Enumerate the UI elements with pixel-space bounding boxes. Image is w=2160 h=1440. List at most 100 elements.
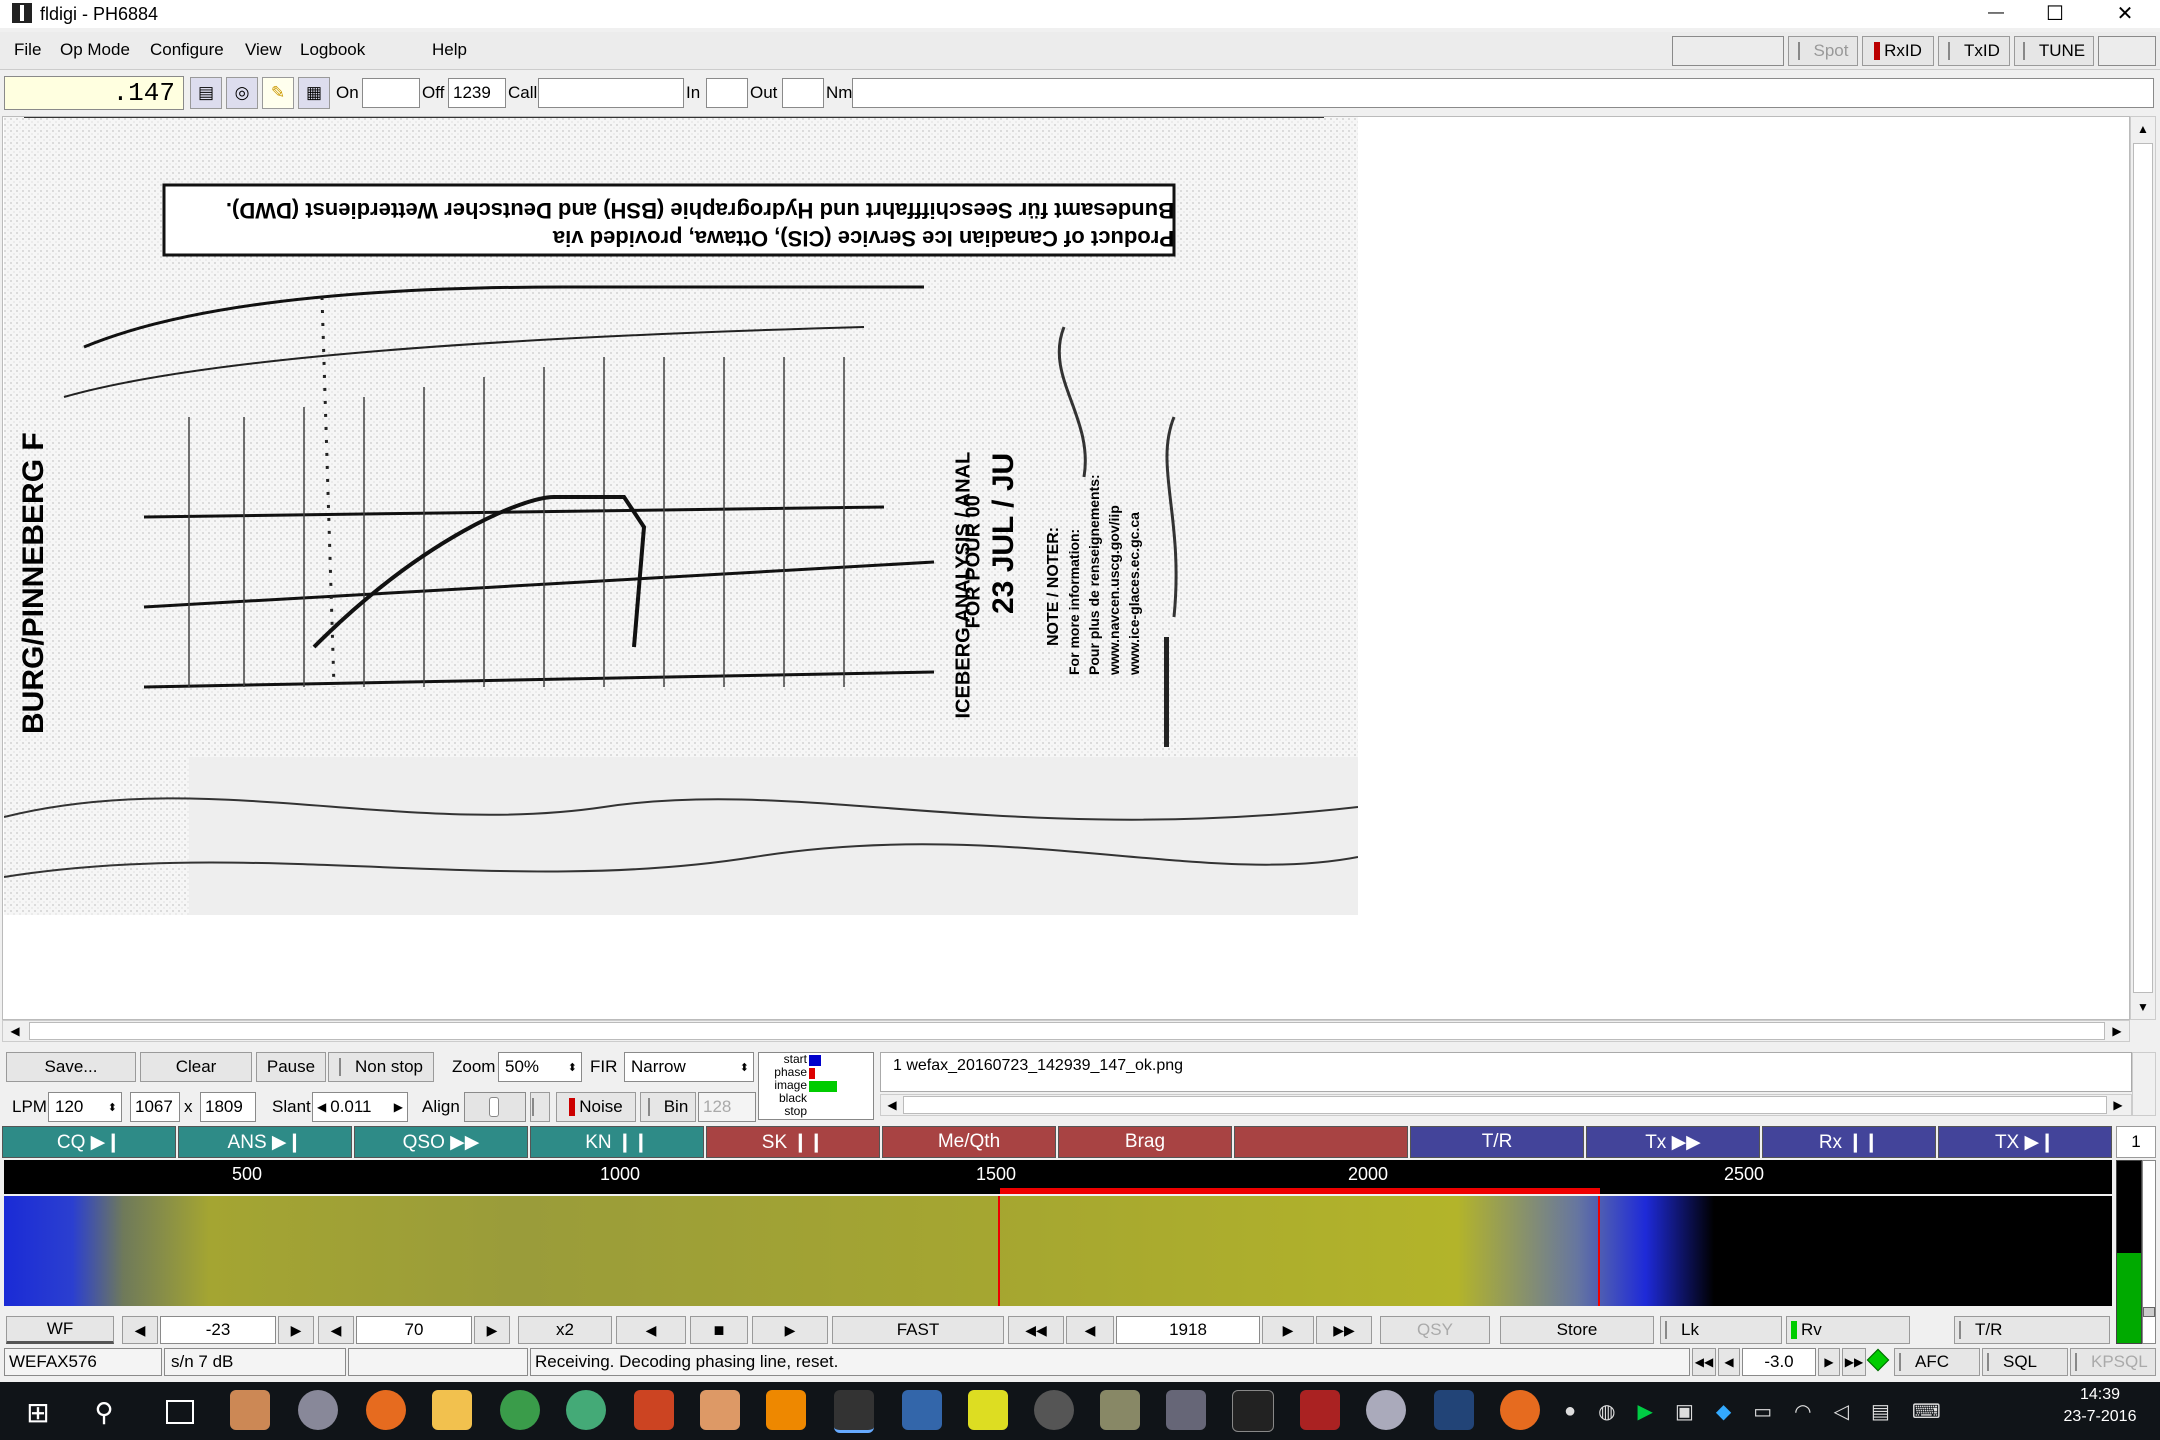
file-list-vscroll[interactable] xyxy=(2132,1052,2156,1116)
tray-volume-icon[interactable]: ◁ xyxy=(1834,1399,1849,1424)
scroll-down-icon[interactable]: ▼ xyxy=(2133,997,2153,1017)
lpm-select[interactable]: 120 ⬍ xyxy=(48,1092,122,1122)
macro-button-ans[interactable]: ANS ▶❙ xyxy=(178,1126,352,1158)
fir-select[interactable]: Narrow ⬍ xyxy=(624,1052,754,1082)
macro-button-kn[interactable]: KN ❙❙ xyxy=(530,1126,704,1158)
terminal-icon[interactable] xyxy=(1232,1390,1274,1432)
align-slider[interactable] xyxy=(464,1092,526,1122)
mode-indicator[interactable]: WEFAX576 xyxy=(4,1348,162,1376)
on-time-field[interactable] xyxy=(362,78,420,108)
align-toggle[interactable] xyxy=(530,1092,550,1122)
pause-button[interactable]: Pause xyxy=(256,1052,326,1082)
globe-app-icon[interactable] xyxy=(566,1390,606,1430)
macro-button-brag[interactable]: Brag xyxy=(1058,1126,1232,1158)
image-width-field[interactable]: 1067 xyxy=(130,1092,180,1122)
afc-toggle[interactable]: AFC xyxy=(1894,1348,1980,1376)
file-list-item[interactable]: 1 wefax_20160723_142939_147_ok.png xyxy=(893,1057,1183,1075)
reverse-toggle[interactable]: Rv xyxy=(1786,1316,1910,1344)
tune-button[interactable]: TUNE xyxy=(2014,36,2094,66)
name-field[interactable] xyxy=(852,78,2154,108)
carrier-fast-up-icon[interactable]: ▶▶ xyxy=(1316,1316,1372,1344)
firefox-icon-2[interactable] xyxy=(1500,1390,1540,1430)
scroll-up-icon[interactable]: ▲ xyxy=(2133,119,2153,139)
tray-steam-icon[interactable]: ● xyxy=(1564,1400,1576,1423)
menu-configure[interactable]: Configure xyxy=(150,40,224,60)
menu-op-mode[interactable]: Op Mode xyxy=(60,40,130,60)
firefox-icon[interactable] xyxy=(366,1390,406,1430)
tray-green-icon[interactable]: ▶ xyxy=(1638,1399,1653,1424)
wf-stop-icon[interactable]: ■ xyxy=(690,1316,748,1344)
network-app-icon[interactable] xyxy=(1166,1390,1206,1430)
rst-in-field[interactable] xyxy=(706,78,748,108)
tray-message-icon[interactable]: ▤ xyxy=(1871,1399,1890,1424)
noise-toggle[interactable]: Noise xyxy=(556,1092,636,1122)
off-time-field[interactable]: 1239 xyxy=(448,78,506,108)
macro-button-sk[interactable]: SK ❙❙ xyxy=(706,1126,880,1158)
squelch-thumb[interactable] xyxy=(2143,1307,2155,1317)
image-vscrollbar[interactable]: ▲ ▼ xyxy=(2130,116,2156,1020)
zoom-select[interactable]: 50% ⬍ xyxy=(498,1052,582,1082)
wf-mode-button[interactable]: WF xyxy=(6,1316,114,1344)
macro-button-qso[interactable]: QSO ▶▶ xyxy=(354,1126,528,1158)
qsy-button[interactable]: QSY xyxy=(1380,1316,1490,1344)
offset-up-icon[interactable]: ▶ xyxy=(1818,1348,1840,1376)
carrier-fast-down-icon[interactable]: ◀◀ xyxy=(1008,1316,1064,1344)
offset-field[interactable]: -3.0 xyxy=(1742,1348,1816,1376)
ref-level-field[interactable]: -23 xyxy=(160,1316,276,1344)
paint-icon[interactable] xyxy=(700,1390,740,1430)
rst-out-field[interactable] xyxy=(782,78,824,108)
chrome-icon[interactable] xyxy=(500,1390,540,1430)
system-tray-icons[interactable]: ● ◍ ▶ ▣ ◆ ▭ ◠ ◁ ▤ ⌨ xyxy=(1564,1396,2024,1426)
file-list-hscroll[interactable]: ◀ ▶ xyxy=(880,1094,2132,1116)
vscroll-thumb[interactable] xyxy=(2133,143,2153,993)
wf-speed-button[interactable]: FAST xyxy=(832,1316,1004,1344)
close-icon[interactable]: ✕ xyxy=(2105,0,2145,26)
carrier-frequency-field[interactable]: 1918 xyxy=(1116,1316,1260,1344)
clear-qso-icon[interactable]: ✎ xyxy=(262,77,294,109)
tray-lock-icon[interactable]: ▣ xyxy=(1675,1399,1694,1424)
bin-value-spinner[interactable]: 128 xyxy=(698,1092,756,1122)
lock-toggle[interactable]: Lk xyxy=(1660,1316,1782,1344)
spot-button[interactable]: Spot xyxy=(1788,36,1858,66)
scroll-right-icon[interactable]: ▶ xyxy=(2107,1021,2127,1041)
tray-keyboard-icon[interactable]: ⌨ xyxy=(1912,1399,1941,1424)
fldigi-taskbar-icon[interactable] xyxy=(834,1390,874,1433)
non-stop-toggle[interactable]: Non stop xyxy=(328,1052,434,1082)
red-app-icon[interactable] xyxy=(1300,1390,1340,1430)
settings-app-icon[interactable] xyxy=(230,1390,270,1430)
clear-button[interactable]: Clear xyxy=(140,1052,252,1082)
macro-button-tr[interactable]: T/R xyxy=(1410,1126,1584,1158)
windows-start-icon[interactable]: ⊞ xyxy=(20,1394,56,1430)
txid-button[interactable]: TxID xyxy=(1938,36,2010,66)
sql-toggle[interactable]: SQL xyxy=(1982,1348,2068,1376)
range-field[interactable]: 70 xyxy=(356,1316,472,1344)
file-list[interactable]: 1 wefax_20160723_142939_147_ok.png xyxy=(880,1052,2132,1092)
media-app-icon[interactable] xyxy=(1034,1390,1074,1430)
menu-view[interactable]: View xyxy=(245,40,282,60)
offset-fast-down-icon[interactable]: ◀◀ xyxy=(1692,1348,1716,1376)
file-explorer-icon[interactable] xyxy=(432,1390,472,1430)
carrier-up-icon[interactable]: ▶ xyxy=(1262,1316,1314,1344)
waterfall-display[interactable] xyxy=(4,1196,2112,1306)
macro-button-cq[interactable]: CQ ▶❙ xyxy=(2,1126,176,1158)
signal-app-icon[interactable] xyxy=(1434,1390,1474,1430)
squelch-slider[interactable] xyxy=(2142,1160,2156,1344)
tray-battery-icon[interactable]: ▭ xyxy=(1753,1399,1772,1424)
wf-right-icon[interactable]: ▶ xyxy=(752,1316,828,1344)
log-icon[interactable]: ▦ xyxy=(298,77,330,109)
save-qso-icon[interactable]: ▤ xyxy=(190,77,222,109)
save-button[interactable]: Save... xyxy=(6,1052,136,1082)
task-view-icon[interactable] xyxy=(166,1400,194,1424)
image-height-field[interactable]: 1809 xyxy=(200,1092,256,1122)
macro-set-button[interactable]: 1 xyxy=(2116,1126,2156,1158)
macro-button-tx-end[interactable]: TX ▶❙ xyxy=(1938,1126,2112,1158)
pen-app-icon[interactable] xyxy=(1100,1390,1140,1430)
wf-left-icon[interactable]: ◀ xyxy=(616,1316,686,1344)
tray-app-icon[interactable]: ◍ xyxy=(1598,1399,1615,1424)
store-button[interactable]: Store xyxy=(1500,1316,1654,1344)
bin-toggle[interactable]: Bin xyxy=(640,1092,696,1122)
scroll-left-icon[interactable]: ◀ xyxy=(5,1021,25,1041)
vlc-icon[interactable] xyxy=(766,1390,806,1430)
steam-icon-2[interactable] xyxy=(1366,1390,1406,1430)
tr-toggle[interactable]: T/R xyxy=(1954,1316,2110,1344)
